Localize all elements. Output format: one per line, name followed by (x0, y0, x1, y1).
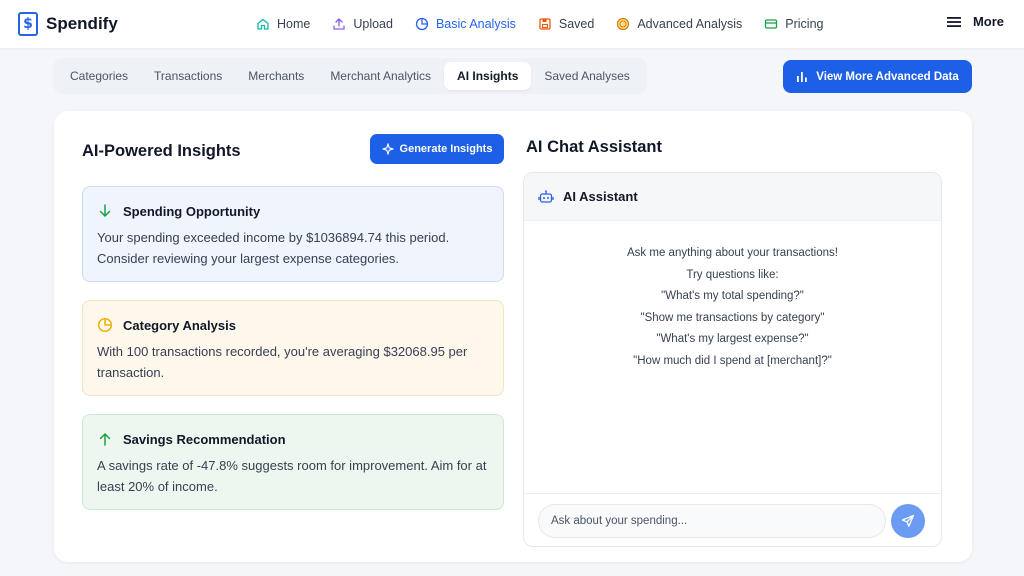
card-icon (764, 17, 778, 31)
upload-icon (332, 17, 346, 31)
chat-input[interactable] (538, 504, 886, 538)
generate-insights-button[interactable]: Generate Insights (370, 134, 504, 164)
insight-title: Savings Recommendation (123, 431, 286, 447)
insight-header: Category Analysis (97, 317, 489, 333)
top-navbar: $ Spendify Home Upload Basic Analysis Sa… (0, 0, 1024, 48)
chat-header: AI Assistant (524, 173, 941, 221)
nav-item-label: Saved (558, 17, 595, 31)
insight-text: Your spending exceeded income by $103689… (97, 230, 450, 266)
insight-text: With 100 transactions recorded, you're a… (97, 344, 468, 380)
generate-insights-label: Generate Insights (399, 143, 493, 155)
brand-name: Spendify (46, 14, 118, 33)
nav-links: Home Upload Basic Analysis Saved Advance… (256, 0, 845, 48)
suggested-question: "How much did I spend at [merchant]?" (633, 354, 832, 367)
more-menu-button[interactable]: More (946, 14, 1004, 29)
tab-transactions[interactable]: Transactions (141, 62, 235, 90)
insight-card-spending-opportunity: Spending Opportunity Your spending excee… (82, 186, 504, 282)
nav-item-label: Upload (353, 17, 393, 31)
hamburger-icon (946, 16, 961, 28)
tab-saved-analyses[interactable]: Saved Analyses (531, 62, 642, 90)
pie-chart-icon (97, 317, 113, 333)
nav-item-label: Pricing (785, 17, 824, 31)
insight-text: A savings rate of -47.8% suggests room f… (97, 458, 487, 494)
analysis-tabs: Categories Transactions Merchants Mercha… (53, 58, 647, 94)
chat-intro: Ask me anything about your transactions! (627, 247, 838, 259)
nav-item-basic-analysis[interactable]: Basic Analysis (415, 17, 516, 31)
arrow-up-icon (97, 431, 113, 447)
view-advanced-data-label: View More Advanced Data (816, 70, 959, 83)
chat-title: AI Chat Assistant (526, 138, 662, 156)
coin-icon (616, 17, 630, 31)
insight-title: Category Analysis (123, 317, 236, 333)
suggested-question: "What's my total spending?" (661, 290, 804, 302)
send-button[interactable] (891, 504, 925, 538)
send-icon (901, 514, 915, 528)
nav-item-saved[interactable]: Saved (538, 17, 594, 31)
arrow-down-icon (97, 203, 113, 219)
insight-header: Savings Recommendation (97, 431, 489, 447)
insight-title: Spending Opportunity (123, 203, 261, 219)
chat-try-label: Try questions like: (686, 268, 779, 281)
home-icon (256, 17, 270, 31)
insights-title: AI-Powered Insights (82, 142, 241, 160)
insight-header: Spending Opportunity (97, 203, 489, 219)
tab-merchant-analytics[interactable]: Merchant Analytics (317, 62, 444, 90)
nav-item-home[interactable]: Home (256, 17, 310, 31)
nav-item-label: Home (277, 17, 311, 31)
nav-item-label: Basic Analysis (435, 17, 516, 31)
tab-categories[interactable]: Categories (57, 62, 141, 90)
tab-merchants[interactable]: Merchants (235, 62, 317, 90)
more-label: More (972, 14, 1004, 29)
robot-icon (538, 189, 554, 205)
pie-chart-icon (415, 17, 429, 31)
nav-item-advanced-analysis[interactable]: Advanced Analysis (616, 17, 742, 31)
chat-panel: AI Assistant Ask me anything about your … (523, 172, 942, 547)
brand[interactable]: $ Spendify (18, 12, 118, 36)
view-advanced-data-button[interactable]: View More Advanced Data (783, 60, 972, 93)
chat-input-bar (524, 493, 941, 546)
nav-item-pricing[interactable]: Pricing (764, 17, 823, 31)
save-icon (538, 17, 552, 31)
chat-header-label: AI Assistant (563, 189, 638, 204)
suggested-question: "Show me transactions by category" (640, 311, 825, 324)
insight-card-savings-recommendation: Savings Recommendation A savings rate of… (82, 414, 504, 510)
tab-ai-insights[interactable]: AI Insights (444, 62, 532, 90)
sparkle-icon (381, 143, 394, 155)
chat-suggestions: Ask me anything about your transactions!… (524, 243, 941, 372)
suggested-question: "What's my largest expense?" (656, 333, 809, 345)
nav-item-upload[interactable]: Upload (332, 17, 393, 31)
dollar-logo-icon: $ (18, 12, 38, 36)
bar-chart-icon (796, 71, 808, 83)
nav-item-label: Advanced Analysis (637, 17, 743, 31)
insight-card-category-analysis: Category Analysis With 100 transactions … (82, 300, 504, 396)
